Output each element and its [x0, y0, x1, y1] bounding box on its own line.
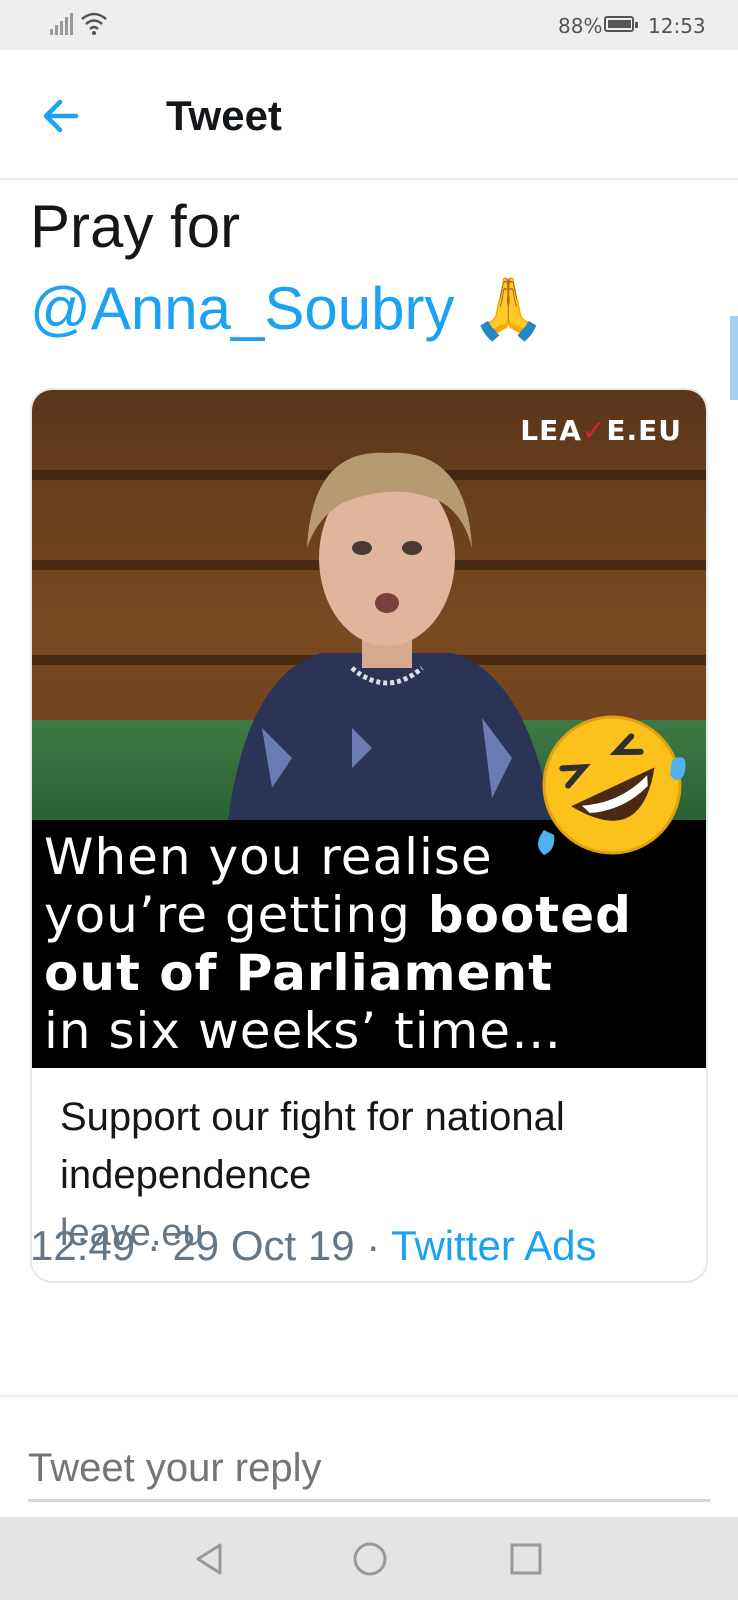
status-bar: 88% 12:53 [0, 0, 738, 50]
tweet-meta: 12:49 · 29 Oct 19 · Twitter Ads [30, 1222, 597, 1269]
folded-hands-icon: 🙏 [471, 275, 546, 342]
leave-eu-watermark: LEA✓E.EU [520, 414, 682, 447]
tweet-text: Pray for @Anna_Soubry 🙏 [30, 186, 710, 350]
system-nav-bar [0, 1517, 738, 1600]
reply-input[interactable] [28, 1437, 710, 1502]
tweet-date: 29 Oct 19 [172, 1222, 355, 1269]
card-title: Support our fight for national independe… [60, 1095, 565, 1197]
nav-home-circle-icon[interactable] [350, 1539, 390, 1579]
scrollbar-thumb[interactable] [730, 316, 738, 400]
rolling-on-floor-laughing-icon [538, 715, 686, 855]
person-photo [222, 452, 562, 888]
card-image: LEA✓E.EU When you realise you’re getting… [32, 390, 706, 1068]
page-title: Tweet [166, 92, 282, 139]
cell-signal-icon [50, 13, 73, 35]
reply-bar [0, 1395, 738, 1519]
caption-line: out of Parliament [44, 944, 553, 1002]
back-button[interactable] [36, 90, 88, 142]
caption-line: in six weeks’ time… [44, 1002, 563, 1060]
battery-icon [604, 16, 638, 32]
link-card[interactable]: LEA✓E.EU When you realise you’re getting… [30, 388, 708, 1283]
app-bar: Tweet [0, 50, 738, 180]
nav-back-triangle-icon[interactable] [190, 1539, 230, 1579]
battery-percent: 88% [558, 14, 603, 38]
nav-recents-square-icon[interactable] [506, 1539, 546, 1579]
mention-link[interactable]: @Anna_Soubry [30, 275, 455, 342]
tweet-time: 12:49 [30, 1222, 136, 1269]
status-time: 12:53 [648, 14, 706, 38]
caption-line: When you realise [44, 828, 493, 886]
tweet-source-link[interactable]: Twitter Ads [391, 1222, 596, 1269]
tweet-text-line: Pray for [30, 193, 241, 260]
caption-line: you’re getting booted [44, 886, 632, 944]
arrow-left-icon [43, 99, 79, 133]
wifi-icon [81, 12, 107, 35]
